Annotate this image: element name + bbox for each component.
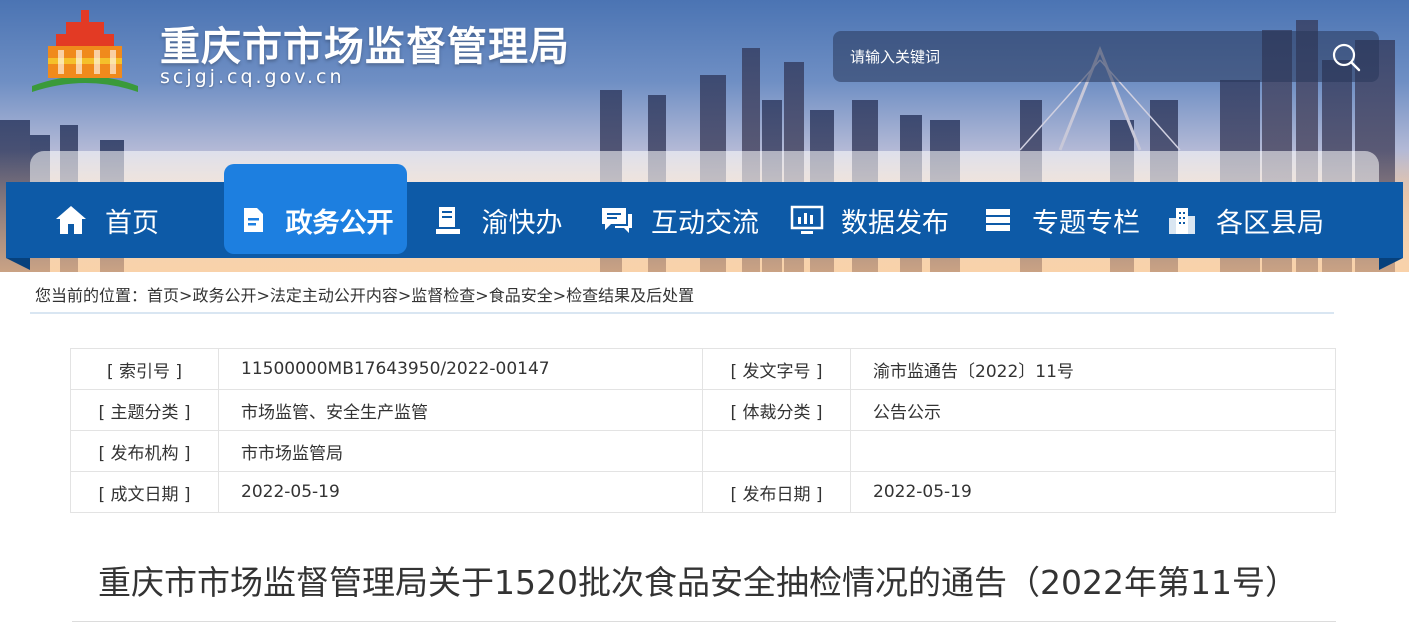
table-row: [ 成文日期 ] 2022-05-19 [ 发布日期 ] 2022-05-19: [70, 471, 1336, 513]
meta-key: [ 主题分类 ]: [70, 389, 219, 431]
nav-item-district-bureaus[interactable]: 各区县局: [1155, 182, 1333, 258]
nav-item-government-affairs[interactable]: 政务公开: [224, 164, 407, 254]
nav-item-label: 政务公开: [285, 207, 394, 239]
breadcrumb-item-government-affairs[interactable]: 政务公开: [192, 286, 256, 305]
breadcrumb-item-home[interactable]: 首页: [147, 286, 179, 305]
breadcrumb-item-food-safety[interactable]: 食品安全: [489, 286, 553, 305]
nav-item-label: 数据发布: [841, 207, 949, 239]
meta-key: [ 成文日期 ]: [70, 471, 219, 513]
nav-item-label: 互动交流: [651, 207, 759, 239]
nav-item-label: 各区县局: [1216, 207, 1324, 239]
breadcrumb-item-statutory-disclosure[interactable]: 法定主动公开内容: [270, 286, 398, 305]
meta-key: [ 发布日期 ]: [702, 471, 851, 513]
search-icon[interactable]: [1329, 40, 1363, 74]
nav-item-data-release[interactable]: 数据发布: [773, 182, 965, 258]
breadcrumb-separator: >: [552, 286, 567, 305]
site-domain: scjgj.cq.gov.cn: [160, 66, 345, 88]
chat-icon: [602, 208, 632, 233]
table-row: [ 发布机构 ] 市市场监管局: [70, 430, 1336, 472]
meta-value: 市市场监管局: [218, 430, 703, 472]
nav-item-home[interactable]: 首页: [6, 182, 206, 258]
meta-value: 2022-05-19: [850, 471, 1336, 513]
site-title: 重庆市市场监督管理局: [160, 24, 570, 70]
breadcrumb-item-inspection-results[interactable]: 检查结果及后处置: [566, 286, 694, 305]
nav-item-label: 首页: [105, 207, 159, 239]
meta-key: [ 发布机构 ]: [70, 430, 219, 472]
breadcrumb-separator: >: [475, 286, 489, 305]
search-input[interactable]: [833, 31, 1313, 82]
nav-fold-right: [1379, 258, 1403, 270]
nav-item-interaction[interactable]: 互动交流: [585, 182, 773, 258]
meta-value: 市场监管、安全生产监管: [218, 389, 703, 431]
title-divider: [72, 621, 1336, 622]
meta-key: [ 索引号 ]: [70, 348, 219, 390]
nav-item-special-topics[interactable]: 专题专栏: [965, 182, 1155, 258]
meta-value: 公告公示: [850, 389, 1336, 431]
table-row: [ 索引号 ] 11500000MB17643950/2022-00147 [ …: [70, 348, 1336, 390]
table-row: [ 主题分类 ] 市场监管、安全生产监管 [ 体裁分类 ] 公告公示: [70, 389, 1336, 431]
nav-fold-left: [6, 258, 30, 270]
nav-item-label: 渝快办: [481, 207, 563, 239]
document-meta-table: [ 索引号 ] 11500000MB17643950/2022-00147 [ …: [70, 348, 1336, 513]
meta-value: 2022-05-19: [218, 471, 703, 513]
search-bar: [833, 31, 1379, 82]
stack-icon: [986, 209, 1010, 231]
site-logo-icon: [32, 10, 138, 92]
breadcrumb-separator: >: [179, 286, 193, 305]
meta-value: 渝市监通告〔2022〕11号: [850, 348, 1336, 390]
breadcrumb-prefix: 您当前的位置：: [35, 286, 148, 305]
meta-key: [702, 430, 851, 472]
meta-value: [850, 430, 1336, 472]
nav-item-yukuaiban[interactable]: 渝快办: [407, 182, 585, 258]
book-icon: [435, 207, 460, 234]
meta-value: 11500000MB17643950/2022-00147: [218, 348, 703, 390]
article-title: 重庆市市场监督管理局关于1520批次食品安全抽检情况的通告（2022年第11号）: [98, 563, 1298, 602]
buildings-icon: [1169, 208, 1195, 234]
document-icon: [243, 208, 263, 232]
monitor-chart-icon: [790, 205, 824, 234]
meta-key: [ 体裁分类 ]: [702, 389, 851, 431]
home-icon: [56, 206, 86, 234]
meta-key: [ 发文字号 ]: [702, 348, 851, 390]
breadcrumb-separator: >: [397, 286, 412, 305]
breadcrumb: 您当前的位置：首页>政务公开>法定主动公开内容>监督检查>食品安全>检查结果及后…: [35, 282, 694, 306]
breadcrumb-divider: [30, 312, 1334, 314]
breadcrumb-item-supervision-inspection[interactable]: 监督检查: [411, 286, 475, 305]
nav-item-label: 专题专栏: [1032, 207, 1140, 239]
breadcrumb-separator: >: [256, 286, 270, 305]
main-nav: 首页 政务公开 渝快办 互动交流 数据发布 专题专栏 各区县局: [6, 164, 1403, 258]
